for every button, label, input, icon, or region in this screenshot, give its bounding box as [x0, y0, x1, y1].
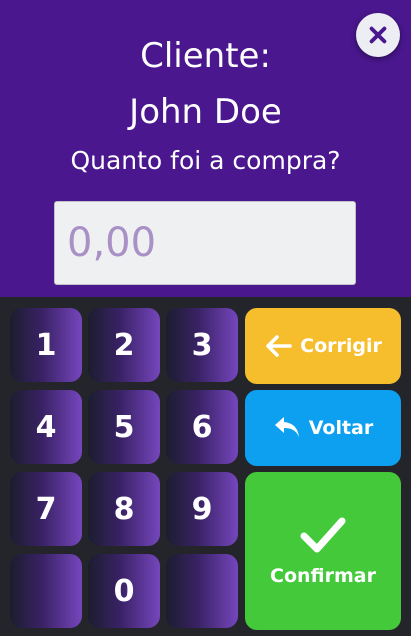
key-7[interactable]: 7 [10, 472, 82, 546]
key-3[interactable]: 3 [166, 308, 238, 382]
corrigir-button[interactable]: Corrigir [245, 308, 401, 384]
amount-input[interactable] [54, 201, 356, 285]
reply-arrow-icon [274, 417, 299, 437]
key-0[interactable]: 0 [88, 554, 160, 628]
voltar-label: Voltar [308, 417, 374, 439]
confirmar-button[interactable]: Confirmar [245, 472, 401, 630]
customer-name: John Doe [129, 92, 282, 132]
key-5[interactable]: 5 [88, 390, 160, 464]
purchase-question: Quanto foi a compra? [70, 146, 341, 175]
checkmark-icon [300, 517, 346, 553]
corrigir-label: Corrigir [300, 335, 382, 357]
key-1[interactable]: 1 [10, 308, 82, 382]
voltar-button[interactable]: Voltar [245, 390, 401, 466]
client-label: Cliente: [140, 36, 271, 76]
key-2[interactable]: 2 [88, 308, 160, 382]
key-8[interactable]: 8 [88, 472, 160, 546]
key-blank-left [10, 554, 82, 628]
key-4[interactable]: 4 [10, 390, 82, 464]
arrow-left-icon [266, 335, 292, 357]
key-blank-right [166, 554, 238, 628]
key-6[interactable]: 6 [166, 390, 238, 464]
confirmar-label: Confirmar [270, 565, 376, 587]
key-9[interactable]: 9 [166, 472, 238, 546]
header-panel: Cliente: John Doe Quanto foi a compra? [0, 0, 411, 297]
